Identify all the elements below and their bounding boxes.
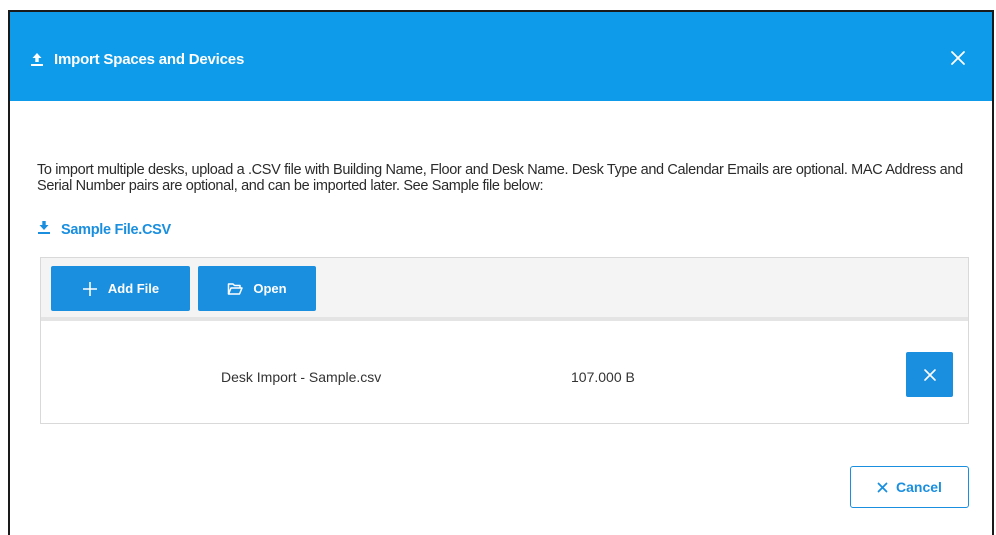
cancel-button[interactable]: Cancel: [850, 466, 969, 508]
dialog-header: Import Spaces and Devices: [10, 12, 992, 101]
close-button[interactable]: [946, 46, 970, 70]
open-label: Open: [253, 281, 287, 296]
dialog-title-group: Import Spaces and Devices: [30, 48, 244, 70]
close-icon: [923, 368, 936, 381]
import-dialog: Import Spaces and Devices To import mult…: [8, 10, 994, 535]
import-description: To import multiple desks, upload a .CSV …: [37, 162, 963, 194]
cancel-label: Cancel: [896, 479, 942, 495]
file-row: Desk Import - Sample.csv 107.000 B: [41, 321, 968, 423]
close-icon: [877, 482, 888, 492]
upload-toolbar: Add File Open: [41, 258, 968, 321]
upload-panel: Add File Open Desk Import - Sample.csv 1…: [40, 257, 969, 424]
file-size: 107.000 B: [571, 369, 635, 385]
download-icon: [37, 220, 51, 239]
add-file-button[interactable]: Add File: [51, 266, 190, 311]
file-name: Desk Import - Sample.csv: [221, 369, 382, 385]
add-file-label: Add File: [107, 281, 160, 296]
dialog-title: Import Spaces and Devices: [54, 50, 245, 68]
sample-file-label: Sample File.CSV: [61, 221, 171, 238]
sample-file-link[interactable]: Sample File.CSV: [37, 220, 171, 239]
plus-icon: [82, 281, 97, 296]
folder-open-icon: [228, 282, 244, 295]
close-icon: [951, 51, 965, 65]
remove-file-button[interactable]: [906, 352, 953, 397]
upload-icon: [30, 52, 44, 67]
open-button[interactable]: Open: [198, 266, 316, 311]
